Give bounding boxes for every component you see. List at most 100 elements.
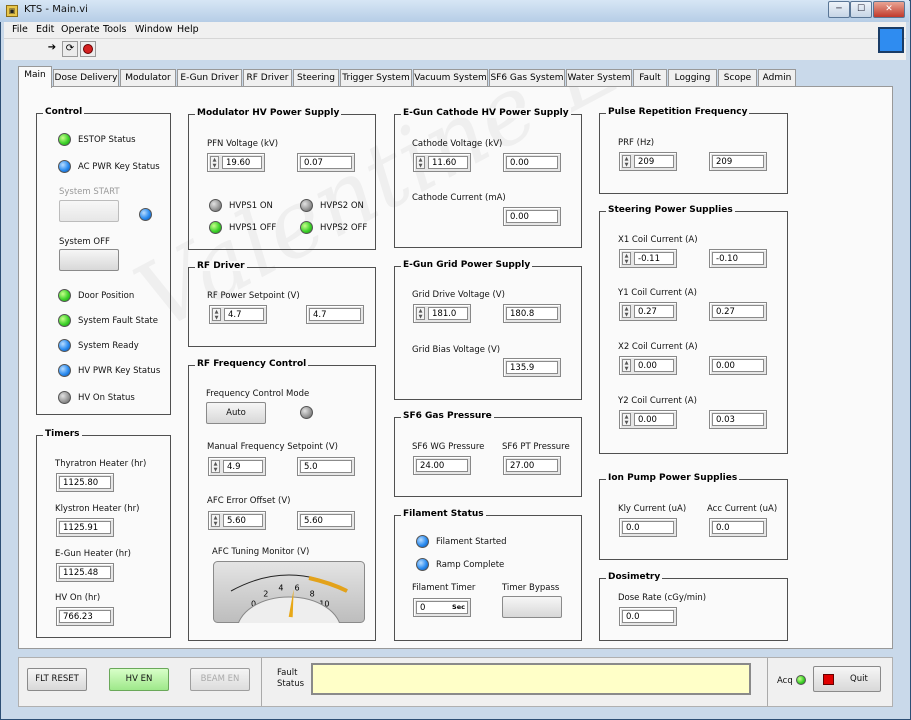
ac-pwr-key-led xyxy=(58,160,71,173)
title-bar: ▣ KTS - Main.vi ─ ☐ ✕ xyxy=(0,0,909,22)
rf-power-reading: 4.7 xyxy=(309,308,361,321)
menu-operate[interactable]: Operate xyxy=(61,24,100,35)
cathode-voltage-spinner[interactable]: ▲ ▼ xyxy=(416,156,425,169)
manual-frequency-spinner[interactable]: ▲ ▼ xyxy=(211,460,220,473)
kly-current-indicator: 0.0 xyxy=(619,518,677,537)
cathode-current-indicator: 0.00 xyxy=(503,207,561,226)
y1-coil-setpoint[interactable]: 0.27 xyxy=(634,305,674,318)
frequency-mode-button[interactable]: Auto xyxy=(206,402,266,424)
timer-bypass-button[interactable] xyxy=(502,596,562,618)
tab-trigger-system[interactable]: Trigger System xyxy=(340,69,412,87)
x2-coil-spinner[interactable]: ▲ ▼ xyxy=(622,359,631,372)
frequency-mode-label: Frequency Control Mode xyxy=(206,389,310,399)
menu-window[interactable]: Window xyxy=(135,24,172,35)
x2-coil-control[interactable]: ▲ ▼ 0.00 xyxy=(619,356,677,375)
tab-water-system[interactable]: Water System xyxy=(566,69,632,87)
y1-coil-control[interactable]: ▲ ▼ 0.27 xyxy=(619,302,677,321)
x2-coil-label: X2 Coil Current (A) xyxy=(618,342,698,352)
cathode-voltage-control[interactable]: ▲ ▼ 11.60 xyxy=(413,153,471,172)
y2-coil-setpoint[interactable]: 0.00 xyxy=(634,413,674,426)
afc-error-offset-control[interactable]: ▲ ▼ 5.60 xyxy=(208,511,266,530)
tab-vacuum-system[interactable]: Vacuum System xyxy=(413,69,488,87)
rf-driver-title: RF Driver xyxy=(195,261,247,271)
y1-coil-spinner[interactable]: ▲ ▼ xyxy=(622,305,631,318)
manual-frequency-control[interactable]: ▲ ▼ 4.9 xyxy=(208,457,266,476)
grid-drive-label: Grid Drive Voltage (V) xyxy=(412,290,505,300)
cathode-voltage-setpoint[interactable]: 11.60 xyxy=(428,156,468,169)
filament-timer-indicator: 0 Sec xyxy=(413,598,471,617)
vi-app-icon: ▣ xyxy=(6,5,18,17)
menu-bar: File Edit Operate Tools Window Help xyxy=(4,22,906,39)
grid-drive-setpoint[interactable]: 181.0 xyxy=(428,307,468,320)
grid-drive-spinner[interactable]: ▲ ▼ xyxy=(416,307,425,320)
y2-coil-control[interactable]: ▲ ▼ 0.00 xyxy=(619,410,677,429)
cathode-current-reading: 0.00 xyxy=(506,210,558,223)
afc-error-offset-spinner[interactable]: ▲ ▼ xyxy=(211,514,220,527)
x2-coil-indicator: 0.00 xyxy=(709,356,767,375)
prf-control[interactable]: ▲ ▼ 209 xyxy=(619,152,677,171)
system-start-button[interactable] xyxy=(59,200,119,222)
afc-error-offset-setpoint[interactable]: 5.60 xyxy=(223,514,263,527)
system-off-button[interactable] xyxy=(59,249,119,271)
run-continuously-button[interactable]: ⟳ xyxy=(62,41,78,57)
run-arrow-button[interactable]: ➔ xyxy=(44,41,60,57)
afc-gauge-svg: 024 6810 xyxy=(213,561,365,648)
menu-tools[interactable]: Tools xyxy=(103,24,126,35)
tab-modulator[interactable]: Modulator xyxy=(120,69,176,87)
estop-status-led xyxy=(58,133,71,146)
menu-help[interactable]: Help xyxy=(177,24,199,35)
y2-coil-spinner[interactable]: ▲ ▼ xyxy=(622,413,631,426)
hvps1-on-led xyxy=(209,199,222,212)
prf-spinner[interactable]: ▲ ▼ xyxy=(622,155,631,168)
sf6-wg-value: 24.00 xyxy=(416,459,468,472)
flt-reset-button[interactable]: FLT RESET xyxy=(27,668,87,691)
pfn-voltage-spinner[interactable]: ▲ ▼ xyxy=(210,156,219,169)
rf-power-setpoint-value[interactable]: 4.7 xyxy=(224,308,264,321)
x2-coil-reading: 0.00 xyxy=(712,359,764,372)
x1-coil-indicator: -0.10 xyxy=(709,249,767,268)
minimize-button[interactable]: ─ xyxy=(828,1,850,18)
abort-button[interactable] xyxy=(80,41,96,57)
egun-grid-group: E-Gun Grid Power Supply Grid Drive Volta… xyxy=(394,260,582,400)
egun-heater-indicator: 1125.48 xyxy=(56,563,114,582)
x1-coil-spinner[interactable]: ▲ ▼ xyxy=(622,252,631,265)
hv-on-hours-value: 766.23 xyxy=(59,610,111,623)
beam-en-button[interactable]: BEAM EN xyxy=(190,668,250,691)
tab-scope[interactable]: Scope xyxy=(718,69,757,87)
quit-button-label: Quit xyxy=(850,674,868,684)
menu-edit[interactable]: Edit xyxy=(36,24,54,35)
acq-led xyxy=(796,675,806,685)
rf-power-setpoint-control[interactable]: ▲ ▼ 4.7 xyxy=(209,305,267,324)
tab-dose-delivery[interactable]: Dose Delivery xyxy=(53,69,119,87)
pfn-voltage-control[interactable]: ▲ ▼ 19.60 xyxy=(207,153,265,172)
pfn-voltage-setpoint[interactable]: 19.60 xyxy=(222,156,262,169)
maximize-button[interactable]: ☐ xyxy=(850,1,872,18)
tab-logging[interactable]: Logging xyxy=(668,69,717,87)
hvps1-off-led xyxy=(209,221,222,234)
x1-coil-control[interactable]: ▲ ▼ -0.11 xyxy=(619,249,677,268)
prf-setpoint[interactable]: 209 xyxy=(634,155,674,168)
tab-sf6-gas-system[interactable]: SF6 Gas System xyxy=(489,69,565,87)
tab-rf-driver[interactable]: RF Driver xyxy=(243,69,292,87)
grid-drive-control[interactable]: ▲ ▼ 181.0 xyxy=(413,304,471,323)
tab-e-gun-driver[interactable]: E-Gun Driver xyxy=(177,69,242,87)
window-title: KTS - Main.vi xyxy=(24,4,88,15)
sf6-pt-value: 27.00 xyxy=(506,459,558,472)
rf-power-spinner[interactable]: ▲ ▼ xyxy=(212,308,221,321)
gauge-tick-label: 8 xyxy=(310,589,315,598)
hvps2-off-label: HVPS2 OFF xyxy=(320,223,368,233)
prf-indicator: 209 xyxy=(709,152,767,171)
tab-admin[interactable]: Admin xyxy=(758,69,796,87)
x1-coil-setpoint[interactable]: -0.11 xyxy=(634,252,674,265)
manual-frequency-setpoint[interactable]: 4.9 xyxy=(223,460,263,473)
quit-button[interactable]: Quit xyxy=(813,666,881,692)
modulator-hv-title: Modulator HV Power Supply xyxy=(195,108,342,118)
tab-main[interactable]: Main xyxy=(18,66,52,88)
tab-fault[interactable]: Fault xyxy=(633,69,667,87)
menu-file[interactable]: File xyxy=(12,24,28,35)
hv-en-button[interactable]: HV EN xyxy=(109,668,169,691)
close-button[interactable]: ✕ xyxy=(873,1,905,18)
x2-coil-setpoint[interactable]: 0.00 xyxy=(634,359,674,372)
tab-steering[interactable]: Steering xyxy=(293,69,339,87)
minimize-icon: ─ xyxy=(836,4,842,14)
